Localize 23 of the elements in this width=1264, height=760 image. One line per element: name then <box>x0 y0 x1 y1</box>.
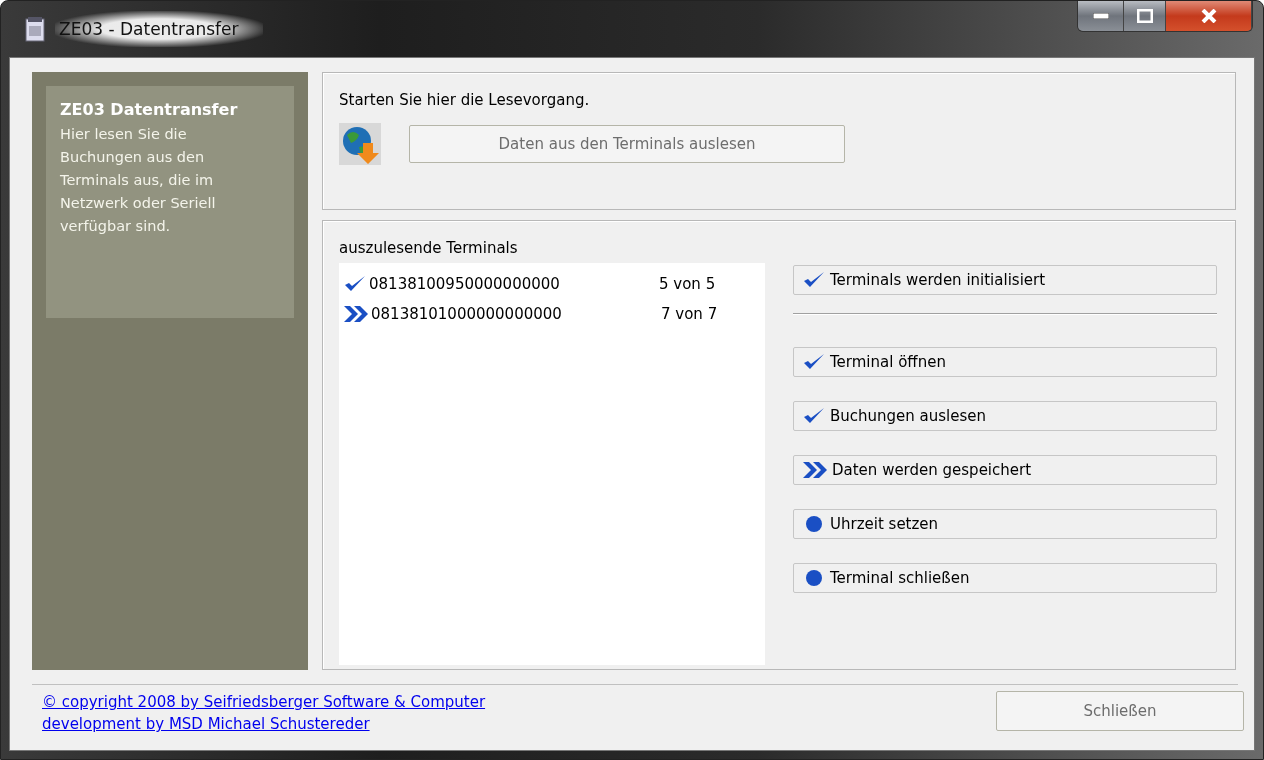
window-title: ZE03 - Datentransfer <box>55 11 263 47</box>
app-icon <box>25 16 45 42</box>
minimize-icon <box>1092 13 1109 19</box>
terminal-id: 08138101000000000000 <box>371 305 563 323</box>
step-label: Daten werden gespeichert <box>832 461 1032 479</box>
minimize-button[interactable] <box>1078 1 1124 31</box>
maximize-button[interactable] <box>1124 1 1166 31</box>
step-label: Terminals werden initialisiert <box>830 271 1046 289</box>
footer-link[interactable]: development by MSD Michael Schustereder <box>42 713 486 735</box>
start-prompt: Starten Sie hier die Lesevorgang. <box>339 91 591 109</box>
step-label: Buchungen auslesen <box>830 407 987 425</box>
sidebar-title: ZE03 Datentransfer <box>60 100 239 119</box>
step-label: Terminal schließen <box>830 569 970 587</box>
globe-download-icon <box>339 123 381 165</box>
close-icon <box>1200 9 1217 23</box>
terminals-label: auszulesende Terminals <box>339 239 519 257</box>
maximize-icon <box>1136 9 1153 23</box>
terminal-id: 08138100950000000000 <box>369 275 561 293</box>
step-label: Uhrzeit setzen <box>830 515 939 533</box>
step-label: Terminal öffnen <box>830 353 946 371</box>
footer-link[interactable]: © copyright 2008 by Seifriedsberger Software & Computer <box>42 691 486 713</box>
sidebar-text: Hier lesen Sie die Buchungen aus den Terminals aus, die im Netzwerk oder Seriell verfügbar sind. <box>60 125 217 236</box>
close-button[interactable] <box>1166 1 1252 31</box>
